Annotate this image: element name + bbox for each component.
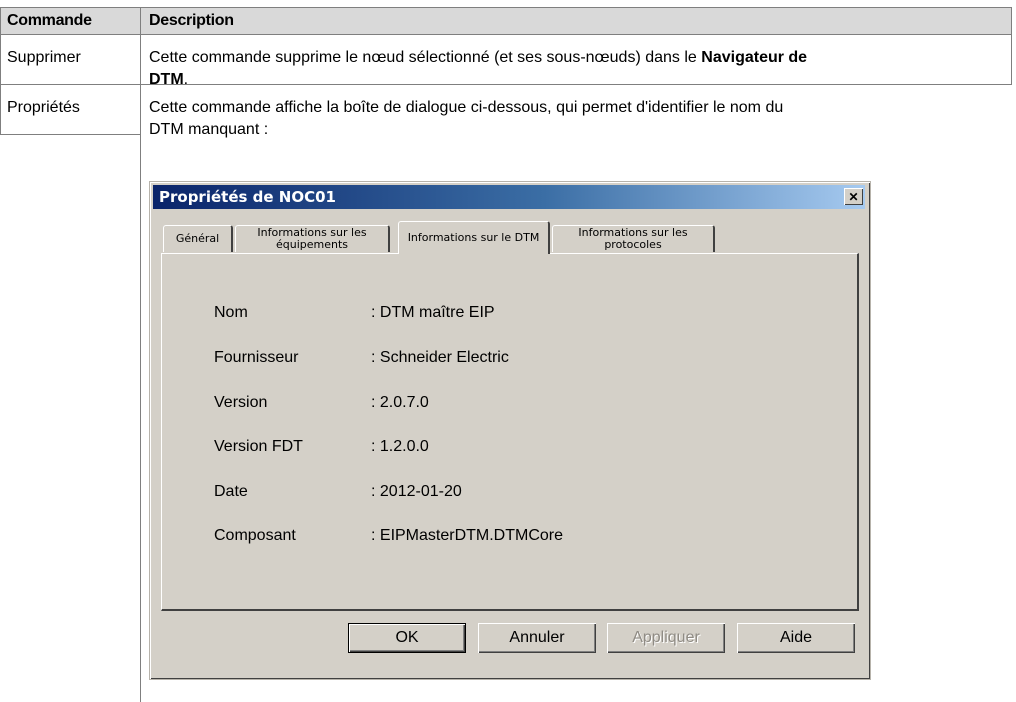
- bold-dtm: DTM: [149, 71, 184, 88]
- label-fournisseur: Fournisseur: [214, 349, 299, 366]
- label-nom: Nom: [214, 304, 248, 321]
- label-version: Version: [214, 394, 268, 411]
- tab-dtm-label: Informations sur le DTM: [407, 231, 540, 244]
- value-version-fdt: : 1.2.0.0: [371, 438, 429, 455]
- value-composant: : EIPMasterDTM.DTMCore: [371, 527, 564, 544]
- close-icon: ✕: [848, 189, 859, 204]
- dialog-title: Propriétés de NOC01: [159, 188, 336, 206]
- label-version-fdt: Version FDT: [214, 438, 303, 455]
- tab-equipements-label: Informations sur les équipements: [257, 226, 367, 251]
- command-proprietes: Propriétés: [7, 99, 80, 116]
- value-fournisseur: : Schneider Electric: [371, 349, 509, 366]
- tab-equipements[interactable]: Informations sur les équipements: [235, 225, 390, 252]
- value-nom: : DTM maître EIP: [371, 304, 495, 321]
- bold-navigateur: Navigateur de: [701, 49, 808, 66]
- dialog-titlebar: Propriétés de NOC01 ✕: [153, 185, 865, 209]
- ok-button[interactable]: OK: [348, 623, 466, 653]
- tab-dtm[interactable]: Informations sur le DTM: [398, 221, 550, 254]
- label-date: Date: [214, 483, 248, 500]
- tab-protocoles[interactable]: Informations sur les protocoles: [552, 225, 715, 252]
- header-command: Commande: [7, 12, 92, 29]
- tab-general-label: Général: [175, 232, 220, 245]
- header-description: Description: [149, 12, 234, 29]
- tab-general[interactable]: Général: [163, 225, 233, 252]
- description-supprimer: Cette commande supprime le nœud sélectio…: [149, 49, 808, 88]
- close-button[interactable]: ✕: [844, 188, 863, 205]
- tab-protocoles-label: Informations sur les protocoles: [578, 226, 688, 251]
- apply-button: Appliquer: [607, 623, 725, 653]
- label-composant: Composant: [214, 527, 296, 544]
- cancel-button[interactable]: Annuler: [478, 623, 596, 653]
- value-date: : 2012-01-20: [371, 483, 462, 500]
- value-version: : 2.0.7.0: [371, 394, 429, 411]
- command-supprimer: Supprimer: [7, 49, 81, 66]
- dtm-info-panel: Nom : DTM maître EIP Fournisseur : Schne…: [161, 253, 859, 611]
- help-button[interactable]: Aide: [737, 623, 855, 653]
- description-proprietes: Cette commande affiche la boîte de dialo…: [149, 99, 784, 138]
- properties-dialog: Propriétés de NOC01 ✕ Général Informatio…: [149, 181, 871, 680]
